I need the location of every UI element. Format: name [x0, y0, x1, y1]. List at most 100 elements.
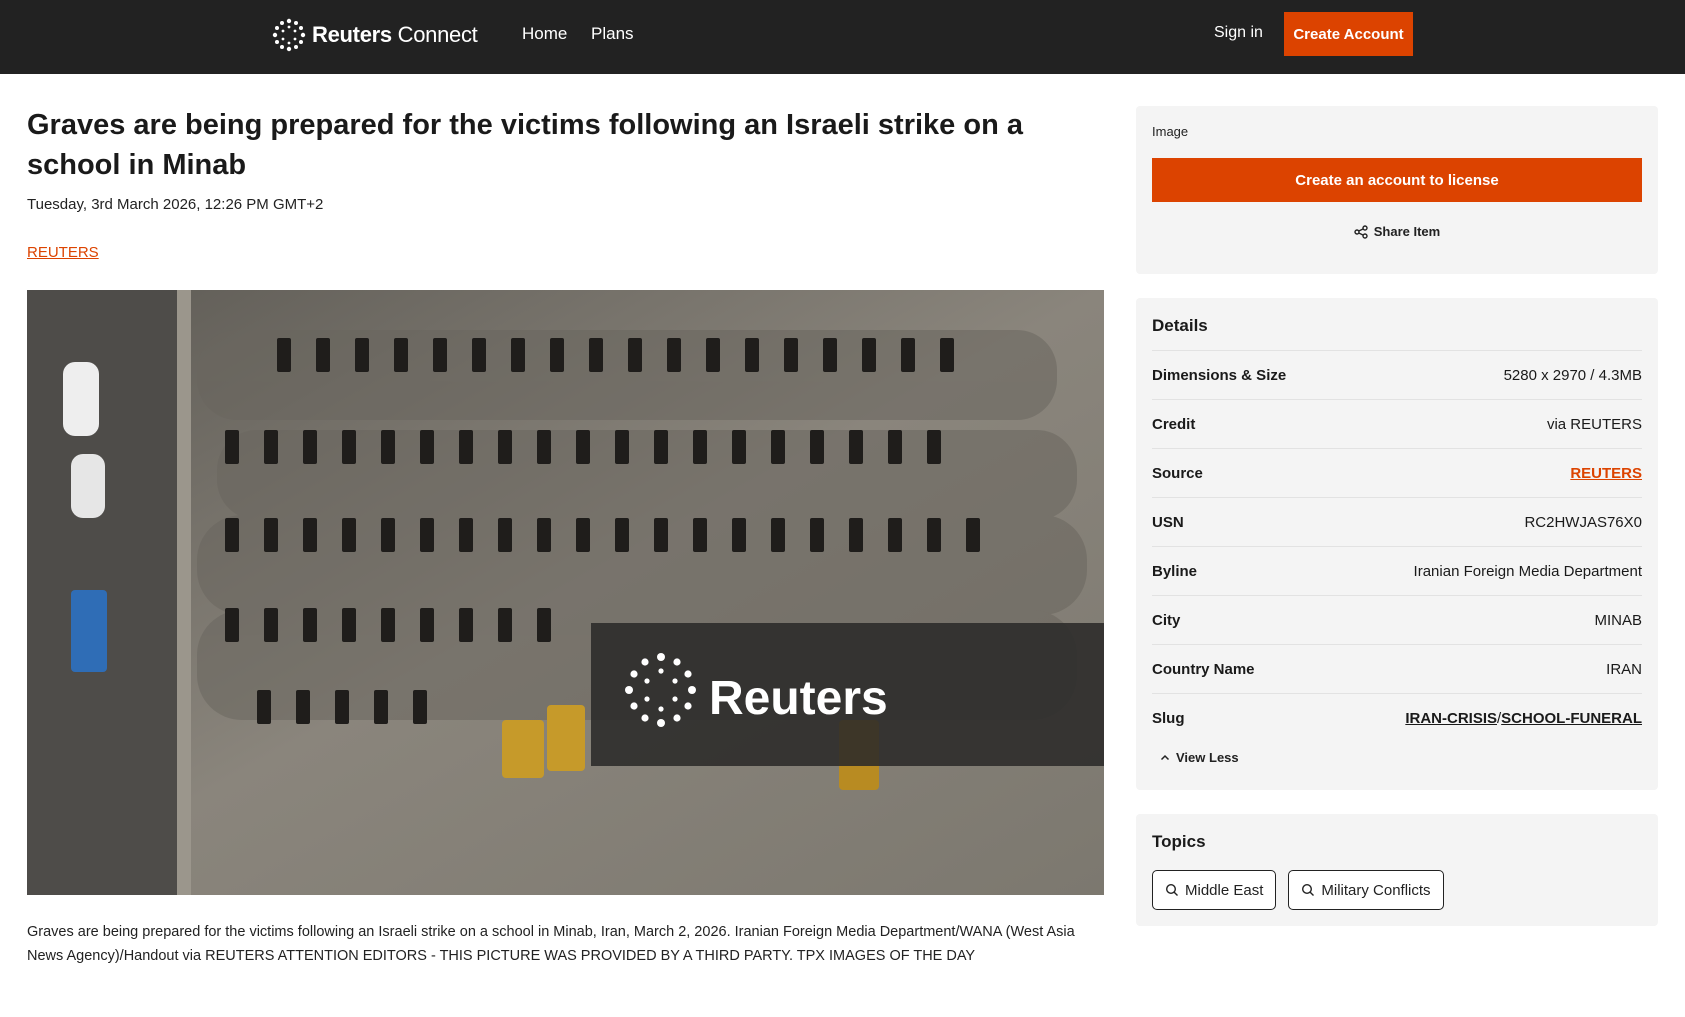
photo-grave-shape — [342, 518, 356, 552]
photo-grave-shape — [576, 430, 590, 464]
detail-value: RC2HWJAS76X0 — [1524, 513, 1642, 531]
photo-grave-shape — [420, 518, 434, 552]
detail-row-byline: Byline Iranian Foreign Media Department — [1152, 546, 1642, 595]
detail-value: Iranian Foreign Media Department — [1413, 562, 1642, 580]
detail-value: via REUTERS — [1546, 415, 1642, 433]
photo-grave-shape — [966, 518, 980, 552]
share-item-label: Share Item — [1373, 224, 1441, 239]
detail-key: Dimensions & Size — [1152, 366, 1287, 384]
nav-home-link[interactable]: Home — [522, 24, 567, 44]
photo-grave-shape — [810, 518, 824, 552]
slug-link-school-funeral[interactable]: SCHOOL-FUNERAL — [1501, 710, 1642, 727]
create-account-to-license-button[interactable]: Create an account to license — [1152, 158, 1642, 202]
details-list: Dimensions & Size 5280 x 2970 / 4.3MB Cr… — [1152, 350, 1642, 742]
photo-grave-shape — [901, 338, 915, 372]
photo-grave-shape — [303, 608, 317, 642]
photo-grave-shape — [433, 338, 447, 372]
detail-key: Slug — [1152, 709, 1185, 727]
photo-grave-shape — [862, 338, 876, 372]
photo-grave-shape — [498, 430, 512, 464]
photo-grave-shape — [927, 430, 941, 464]
topic-chip-middle-east[interactable]: Middle East — [1152, 870, 1277, 910]
photo-grave-shape — [888, 518, 902, 552]
photo-grave-shape — [264, 430, 278, 464]
slug-link-iran-crisis[interactable]: IRAN-CRISIS — [1405, 710, 1497, 727]
photo-grave-shape — [303, 518, 317, 552]
photo-grave-shape — [732, 518, 746, 552]
photo-grave-shape — [927, 518, 941, 552]
photo-grave-shape — [381, 608, 395, 642]
photo-grave-shape — [264, 608, 278, 642]
photo-grave-shape — [374, 690, 388, 724]
share-item-button[interactable]: Share Item — [1136, 224, 1658, 239]
detail-key: Byline — [1152, 562, 1198, 580]
details-panel: Details Dimensions & Size 5280 x 2970 / … — [1136, 298, 1658, 790]
topic-chip-military-conflicts[interactable]: Military Conflicts — [1288, 870, 1444, 910]
photo-illustration: Reuters — [27, 290, 1104, 895]
view-less-label: View Less — [1176, 750, 1239, 765]
photo-grave-shape — [511, 338, 525, 372]
photo-grave-shape — [277, 338, 291, 372]
view-less-toggle[interactable]: View Less — [1160, 750, 1239, 765]
photo-grave-shape — [342, 608, 356, 642]
provider-link[interactable]: REUTERS — [27, 244, 99, 261]
detail-key: City — [1152, 611, 1181, 629]
create-account-button[interactable]: Create Account — [1284, 12, 1413, 56]
photo-grave-shape — [732, 430, 746, 464]
reuters-logo-icon — [272, 18, 306, 52]
photo-grave-shape — [355, 338, 369, 372]
photo-grave-shape — [550, 338, 564, 372]
photo-grave-shape — [420, 608, 434, 642]
photo-grave-shape — [615, 518, 629, 552]
photo-grave-shape — [771, 518, 785, 552]
photo-grave-shape — [459, 430, 473, 464]
photo-grave-shape — [628, 338, 642, 372]
photo-grave-shape — [667, 338, 681, 372]
photo-grave-shape — [693, 518, 707, 552]
photo-grave-shape — [849, 430, 863, 464]
top-navigation-bar: Reuters Connect Home Plans Sign in Creat… — [0, 0, 1685, 74]
license-panel: Image Create an account to license Share… — [1136, 106, 1658, 274]
chevron-up-icon — [1160, 754, 1170, 760]
photo-grave-shape — [381, 430, 395, 464]
photo-grave-shape — [810, 430, 824, 464]
photo-grave-shape — [654, 518, 668, 552]
photo-grave-shape — [823, 338, 837, 372]
reuters-connect-logo[interactable]: Reuters Connect — [272, 18, 478, 52]
photo-grave-shape — [459, 518, 473, 552]
topics-panel: Topics Middle East Military Conflicts — [1136, 814, 1658, 926]
source-link[interactable]: REUTERS — [1570, 465, 1642, 482]
photo-grave-shape — [335, 690, 349, 724]
detail-value: MINAB — [1594, 611, 1642, 629]
search-icon — [1302, 883, 1315, 896]
photo-grave-shape — [472, 338, 486, 372]
detail-row-country: Country Name IRAN — [1152, 644, 1642, 693]
photo-grave-shape — [784, 338, 798, 372]
photo-grave-shape — [940, 338, 954, 372]
photo-grave-shape — [225, 518, 239, 552]
photo-grave-shape — [264, 518, 278, 552]
photo-grave-shape — [537, 430, 551, 464]
detail-row-source: Source REUTERS — [1152, 448, 1642, 497]
photo-grave-shape — [225, 608, 239, 642]
photo-grave-shape — [459, 608, 473, 642]
details-title: Details — [1152, 316, 1208, 335]
detail-key: USN — [1152, 513, 1184, 531]
photo-grave-shape — [342, 430, 356, 464]
photo-grave-shape — [589, 338, 603, 372]
sign-in-link[interactable]: Sign in — [1214, 24, 1263, 42]
detail-row-slug: Slug IRAN-CRISIS/SCHOOL-FUNERAL — [1152, 693, 1642, 742]
photo-grave-shape — [576, 518, 590, 552]
photo-grave-shape — [654, 430, 668, 464]
nav-plans-link[interactable]: Plans — [591, 24, 634, 44]
photo-grave-shape — [316, 338, 330, 372]
article-date: Tuesday, 3rd March 2026, 12:26 PM GMT+2 — [27, 196, 324, 213]
photo-grave-shape — [615, 430, 629, 464]
photo-grave-shape — [303, 430, 317, 464]
photo-caption: Graves are being prepared for the victim… — [27, 924, 1075, 964]
photo-grave-shape — [537, 518, 551, 552]
detail-key: Source — [1152, 464, 1203, 482]
photo-grave-shape — [394, 338, 408, 372]
photo-grave-shape — [706, 338, 720, 372]
topics-list: Middle East Military Conflicts — [1152, 870, 1444, 910]
